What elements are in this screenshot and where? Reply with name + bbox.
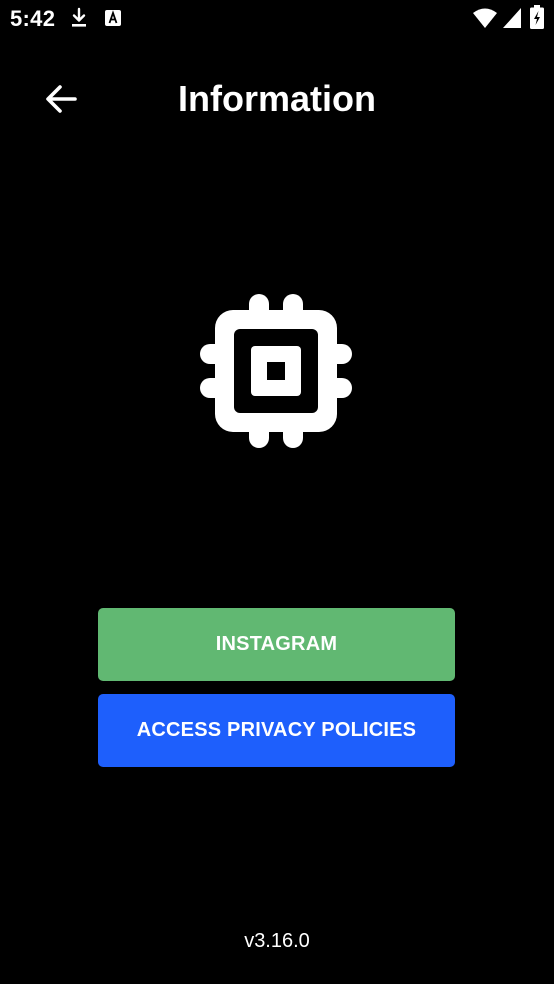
privacy-button-label: ACCESS PRIVACY POLICIES: [136, 719, 417, 741]
page-title: Information: [178, 78, 376, 119]
status-time: 5:42: [10, 6, 56, 31]
instagram-button[interactable]: INSTAGRAM: [98, 608, 455, 681]
status-bar: 5:42: [0, 0, 554, 38]
download-icon: [72, 7, 86, 27]
battery-icon: [530, 5, 544, 29]
a-icon: [105, 10, 121, 26]
cpu-chip-icon: [200, 294, 352, 448]
signal-icon: [503, 8, 521, 28]
wifi-icon: [473, 8, 497, 28]
information-screen: 5:42 Information INSTAGRAM ACCESS PRIVAC…: [0, 0, 554, 984]
instagram-button-label: INSTAGRAM: [215, 633, 338, 655]
access-privacy-policies-button[interactable]: ACCESS PRIVACY POLICIES: [98, 694, 455, 767]
app-version: v3.16.0: [244, 930, 310, 952]
